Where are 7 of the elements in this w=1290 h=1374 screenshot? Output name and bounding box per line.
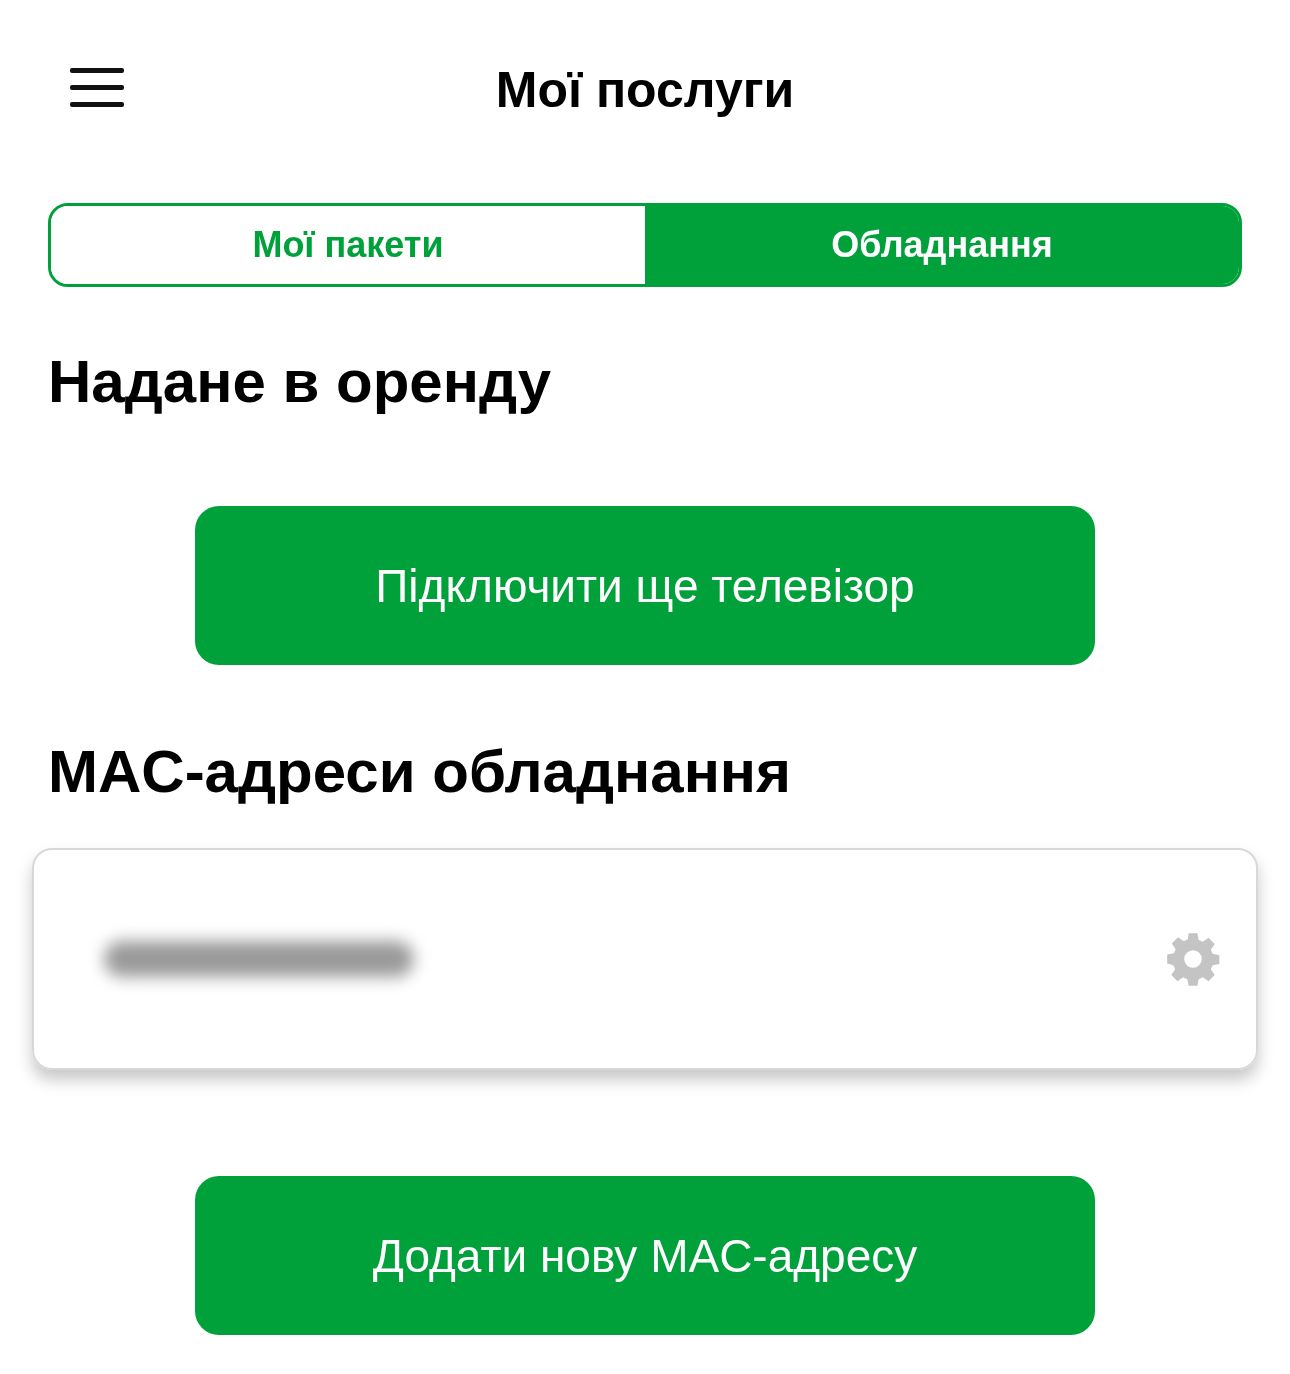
add-mac-button[interactable]: Додати нову MAC-адресу xyxy=(195,1176,1095,1335)
tab[interactable]: Обладнання xyxy=(645,206,1239,284)
menu-icon[interactable] xyxy=(70,68,124,108)
connect-tv-button[interactable]: Підключити ще телевізор xyxy=(195,506,1095,665)
section-heading: Надане в оренду xyxy=(48,347,553,416)
page-title: Мої послуги xyxy=(495,61,795,119)
section-heading: MAC-адреси обладнання xyxy=(48,737,793,806)
